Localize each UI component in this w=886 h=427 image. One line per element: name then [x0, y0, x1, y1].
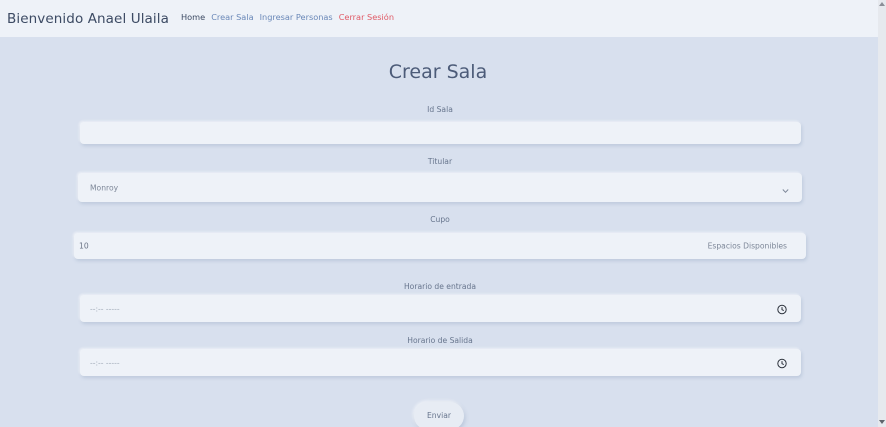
chevron-down-icon	[782, 178, 789, 197]
horario-entrada-input[interactable]: --:-- -----	[80, 295, 801, 322]
scroll-down-icon[interactable]	[879, 420, 885, 424]
titular-label: Titular	[427, 157, 453, 166]
id-sala-input[interactable]	[80, 122, 801, 144]
clock-icon[interactable]	[777, 299, 787, 318]
horario-entrada-label: Horario de entrada	[403, 282, 477, 291]
submit-button[interactable]: Enviar	[414, 402, 464, 427]
cupo-suffix: Espacios Disponibles	[707, 241, 787, 251]
horario-salida-placeholder: --:-- -----	[90, 358, 120, 367]
cupo-label: Cupo	[430, 215, 450, 224]
cupo-input[interactable]: 10 Espacios Disponibles	[74, 233, 806, 259]
titular-select[interactable]: Monroy	[78, 173, 802, 202]
navbar-brand[interactable]: Bienvenido Anael Ulaila	[7, 11, 169, 27]
cupo-value: 10	[79, 241, 89, 251]
horario-entrada-placeholder: --:-- -----	[90, 304, 120, 313]
nav-links: Home Crear Sala Ingresar Personas Cerrar…	[181, 12, 400, 22]
scroll-up-icon[interactable]	[879, 2, 885, 6]
scrollbar[interactable]	[878, 0, 886, 427]
nav-link-crear-sala[interactable]: Crear Sala	[211, 12, 253, 22]
horario-salida-input[interactable]: --:-- -----	[80, 349, 801, 376]
titular-selected-value: Monroy	[90, 183, 119, 192]
id-sala-label: Id Sala	[427, 105, 453, 114]
nav-link-cerrar-sesion[interactable]: Cerrar Sesión	[339, 12, 394, 22]
page-title: Crear Sala	[388, 61, 488, 83]
clock-icon[interactable]	[777, 353, 787, 372]
nav-link-home[interactable]: Home	[181, 12, 205, 22]
nav-link-ingresar-personas[interactable]: Ingresar Personas	[260, 12, 333, 22]
navbar: Bienvenido Anael Ulaila Home Crear Sala …	[0, 0, 886, 37]
horario-salida-label: Horario de Salida	[407, 336, 473, 345]
